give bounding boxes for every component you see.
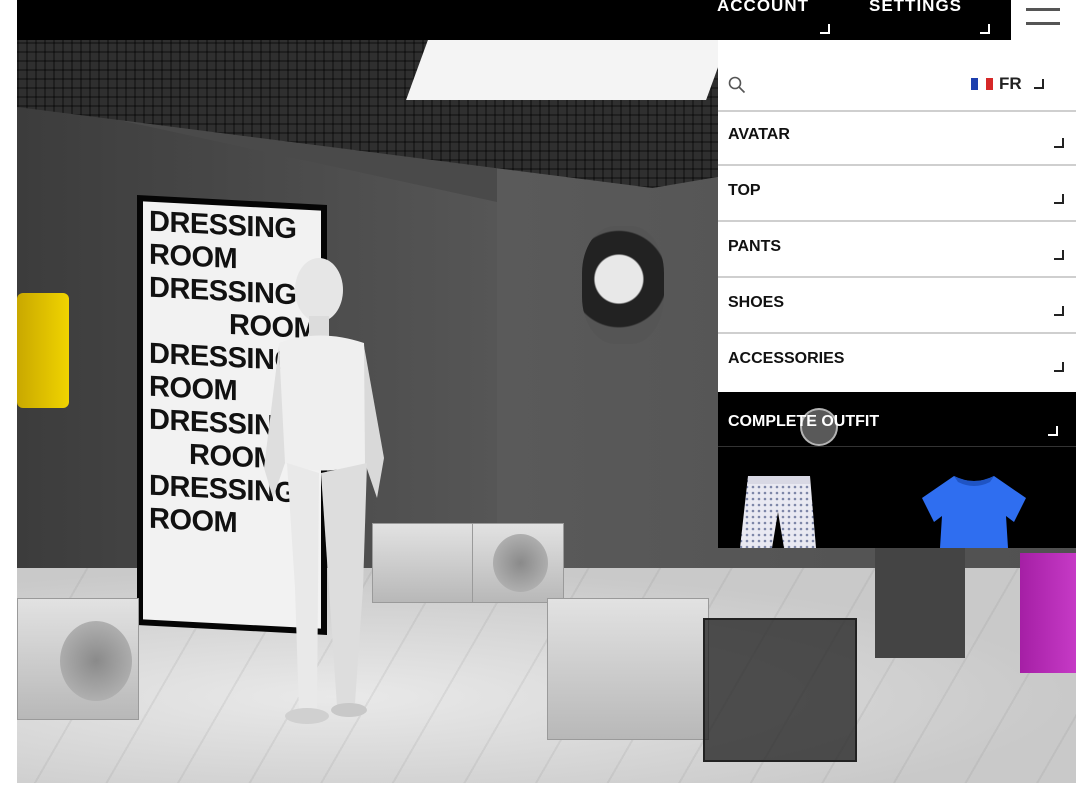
menu-item-label: ACCESSORIES [728,350,845,367]
complete-outfit-section: COMPLETE OUTFIT [718,392,1076,548]
hamburger-menu-icon[interactable] [1011,0,1076,40]
search-icon[interactable] [728,76,746,94]
menu-item-pants[interactable]: PANTS [718,222,1076,278]
corner-mark-icon [1054,194,1064,204]
bench-block [547,598,709,740]
skylight [406,40,728,100]
yellow-bag-item[interactable] [17,293,69,408]
menu-item-top[interactable]: TOP [718,166,1076,222]
corner-mark-icon [820,24,830,34]
blue-shirt-thumbnail[interactable] [914,472,1034,548]
pink-suitcase-item[interactable] [1020,553,1076,673]
menu-item-label: SHOES [728,294,785,311]
category-panel: FR AVATAR TOP PANTS SHOES ACCESSORIES [718,40,1076,392]
corner-mark-icon [1048,426,1058,436]
top-bar: ACCOUNT SETTINGS [17,0,1011,40]
menu-item-accessories[interactable]: ACCESSORIES [718,334,1076,390]
touch-cursor-icon [800,408,838,446]
menu-item-label: PANTS [728,238,782,255]
cube-speaker [472,523,564,603]
language-selector[interactable]: FR [971,74,1044,94]
french-flag-icon [971,78,993,90]
menu-item-shoes[interactable]: SHOES [718,278,1076,334]
shorts-thumbnail[interactable] [738,472,818,548]
corner-mark-icon [1054,250,1064,260]
helmet-item[interactable] [582,226,664,344]
search-row: FR [718,40,1076,112]
menu-item-label: TOP [728,182,761,199]
corner-mark-icon [1054,138,1064,148]
avatar-mannequin[interactable] [259,258,409,733]
settings-button[interactable]: SETTINGS [869,0,962,16]
complete-outfit-button[interactable]: COMPLETE OUTFIT [718,392,1076,447]
corner-mark-icon [1054,362,1064,372]
menu-item-avatar[interactable]: AVATAR [718,110,1076,166]
language-label: FR [999,74,1022,93]
account-button[interactable]: ACCOUNT [717,0,809,16]
corner-mark-icon [1054,306,1064,316]
menu-item-label: AVATAR [728,126,790,143]
corner-mark-icon [980,24,990,34]
cube-speaker [17,598,139,720]
corner-mark-icon [1033,79,1044,89]
display-stand [875,548,965,658]
glass-display-case [703,618,857,762]
